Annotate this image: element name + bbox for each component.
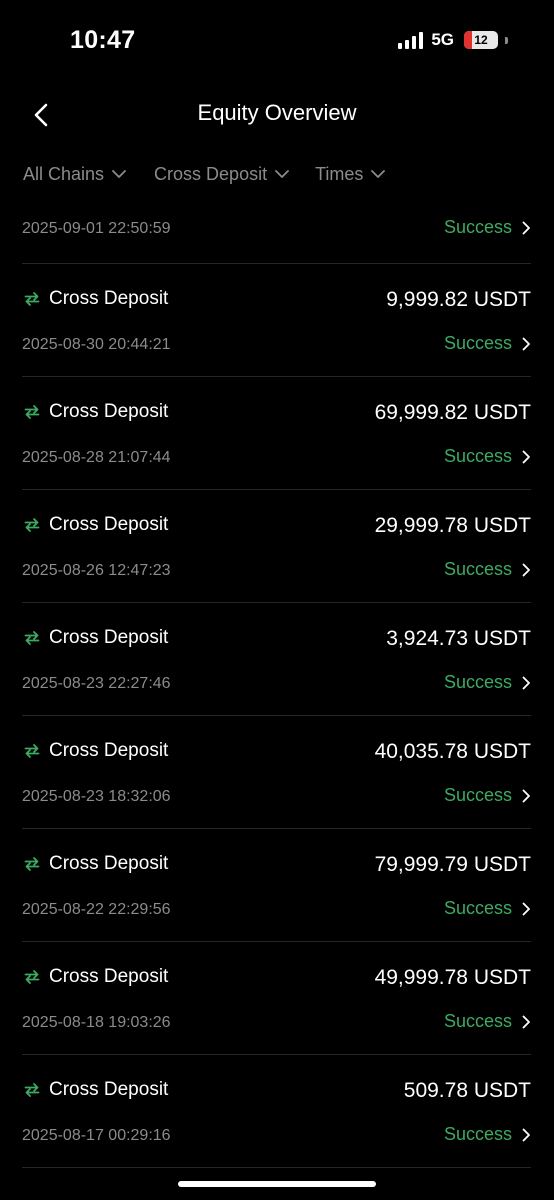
transaction-type-label: Cross Deposit — [49, 288, 169, 309]
transaction-type: Cross Deposit — [24, 740, 168, 762]
transaction-type-label: Cross Deposit — [49, 740, 169, 761]
transaction-amount: 3,924.73 USDT — [386, 627, 531, 650]
status-label: Success — [443, 446, 512, 466]
filter-label: All Chains — [23, 164, 105, 184]
transfer-arrows-icon — [24, 631, 40, 645]
battery-level: 12 — [474, 33, 488, 47]
chevron-down-icon — [275, 170, 289, 178]
list-item[interactable]: Cross Deposit 509.78 USDT 2025-08-17 00:… — [22, 1055, 531, 1168]
status-label: Success — [443, 1011, 512, 1031]
status-bar: 10:47 5G 12 — [0, 0, 554, 84]
filter-times[interactable]: Times — [315, 164, 386, 185]
transaction-type-label: Cross Deposit — [49, 853, 169, 874]
transfer-arrows-icon — [24, 857, 40, 871]
transaction-type-label: Cross Deposit — [49, 966, 169, 987]
transaction-list: 2025-09-01 22:50:59 Success Cross Deposi… — [22, 200, 531, 1168]
status-link[interactable]: Success — [444, 1124, 531, 1145]
transaction-amount: 40,035.78 USDT — [374, 740, 531, 763]
status-time: 10:47 — [70, 26, 136, 54]
transaction-type: Cross Deposit — [24, 401, 168, 423]
chevron-right-icon — [522, 221, 530, 234]
transaction-timestamp: 2025-08-30 20:44:21 — [22, 336, 171, 353]
status-label: Success — [443, 785, 512, 805]
transaction-amount: 79,999.79 USDT — [374, 853, 531, 876]
chevron-right-icon — [522, 337, 530, 350]
transaction-type: Cross Deposit — [24, 966, 168, 988]
status-link[interactable]: Success — [444, 217, 531, 238]
filter-label: Cross Deposit — [154, 164, 268, 184]
transaction-amount: 69,999.82 USDT — [374, 401, 531, 424]
transaction-timestamp: 2025-08-26 12:47:23 — [22, 562, 171, 579]
status-label: Success — [443, 559, 512, 579]
transaction-amount: 49,999.78 USDT — [374, 966, 531, 989]
transaction-type: Cross Deposit — [24, 514, 168, 536]
transaction-type: Cross Deposit — [24, 288, 168, 310]
transaction-timestamp: 2025-08-17 00:29:16 — [22, 1127, 171, 1144]
chevron-down-icon — [371, 170, 386, 178]
chevron-right-icon — [522, 1015, 530, 1028]
chevron-right-icon — [522, 902, 530, 915]
transaction-amount: 509.78 USDT — [403, 1079, 531, 1102]
status-link[interactable]: Success — [444, 785, 531, 806]
list-item[interactable]: Cross Deposit 69,999.82 USDT 2025-08-28 … — [22, 377, 531, 490]
chevron-right-icon — [522, 789, 530, 802]
status-link[interactable]: Success — [444, 446, 531, 467]
transaction-amount: 9,999.82 USDT — [386, 288, 531, 311]
list-item[interactable]: Cross Deposit 40,035.78 USDT 2025-08-23 … — [22, 716, 531, 829]
list-item[interactable]: Cross Deposit 29,999.78 USDT 2025-08-26 … — [22, 490, 531, 603]
transaction-timestamp: 2025-08-23 22:27:46 — [22, 675, 171, 692]
network-type: 5G — [431, 30, 454, 49]
list-item[interactable]: Cross Deposit 79,999.79 USDT 2025-08-22 … — [22, 829, 531, 942]
transaction-timestamp: 2025-08-18 19:03:26 — [22, 1014, 171, 1031]
chevron-right-icon — [522, 563, 530, 576]
battery-icon: 12 — [464, 31, 498, 49]
page-title: Equity Overview — [197, 100, 357, 125]
transfer-arrows-icon — [24, 292, 40, 306]
filter-chains[interactable]: All Chains — [23, 164, 126, 185]
chevron-right-icon — [522, 1128, 530, 1141]
home-indicator — [178, 1181, 376, 1187]
transaction-type: Cross Deposit — [24, 1079, 168, 1101]
transfer-arrows-icon — [24, 518, 40, 532]
status-link[interactable]: Success — [444, 333, 531, 354]
status-link[interactable]: Success — [444, 1011, 531, 1032]
transaction-timestamp: 2025-08-23 18:32:06 — [22, 788, 171, 805]
status-indicators: 5G 12 — [398, 30, 508, 50]
chevron-right-icon — [522, 676, 530, 689]
filter-bar: All Chains Cross Deposit Times — [23, 164, 386, 185]
list-item[interactable]: Cross Deposit 3,924.73 USDT 2025-08-23 2… — [22, 603, 531, 716]
transaction-timestamp: 2025-09-01 22:50:59 — [22, 220, 171, 237]
transaction-type-label: Cross Deposit — [49, 1079, 169, 1100]
transaction-timestamp: 2025-08-22 22:29:56 — [22, 901, 171, 918]
status-link[interactable]: Success — [444, 559, 531, 580]
transaction-type-label: Cross Deposit — [49, 627, 169, 648]
transfer-arrows-icon — [24, 970, 40, 984]
transaction-type-label: Cross Deposit — [49, 514, 169, 535]
battery-tip — [505, 36, 508, 44]
list-item[interactable]: Cross Deposit 49,999.78 USDT 2025-08-18 … — [22, 942, 531, 1055]
list-item[interactable]: 2025-09-01 22:50:59 Success — [22, 200, 531, 264]
status-label: Success — [443, 898, 512, 918]
chevron-down-icon — [112, 170, 126, 178]
status-label: Success — [443, 672, 512, 692]
status-label: Success — [443, 333, 512, 353]
page-header: Equity Overview — [0, 90, 554, 140]
transfer-arrows-icon — [24, 405, 40, 419]
filter-type[interactable]: Cross Deposit — [154, 164, 289, 185]
status-link[interactable]: Success — [444, 672, 531, 693]
transfer-arrows-icon — [24, 744, 40, 758]
transaction-type: Cross Deposit — [24, 853, 168, 875]
status-label: Success — [443, 217, 512, 237]
status-label: Success — [443, 1124, 512, 1144]
filter-label: Times — [315, 164, 364, 184]
transaction-type-label: Cross Deposit — [49, 401, 169, 422]
status-link[interactable]: Success — [444, 898, 531, 919]
cellular-signal-icon — [398, 31, 424, 49]
chevron-right-icon — [522, 450, 530, 463]
transaction-amount: 29,999.78 USDT — [374, 514, 531, 537]
transaction-timestamp: 2025-08-28 21:07:44 — [22, 449, 171, 466]
list-item[interactable]: Cross Deposit 9,999.82 USDT 2025-08-30 2… — [22, 264, 531, 377]
transaction-type: Cross Deposit — [24, 627, 168, 649]
transfer-arrows-icon — [24, 1083, 40, 1097]
